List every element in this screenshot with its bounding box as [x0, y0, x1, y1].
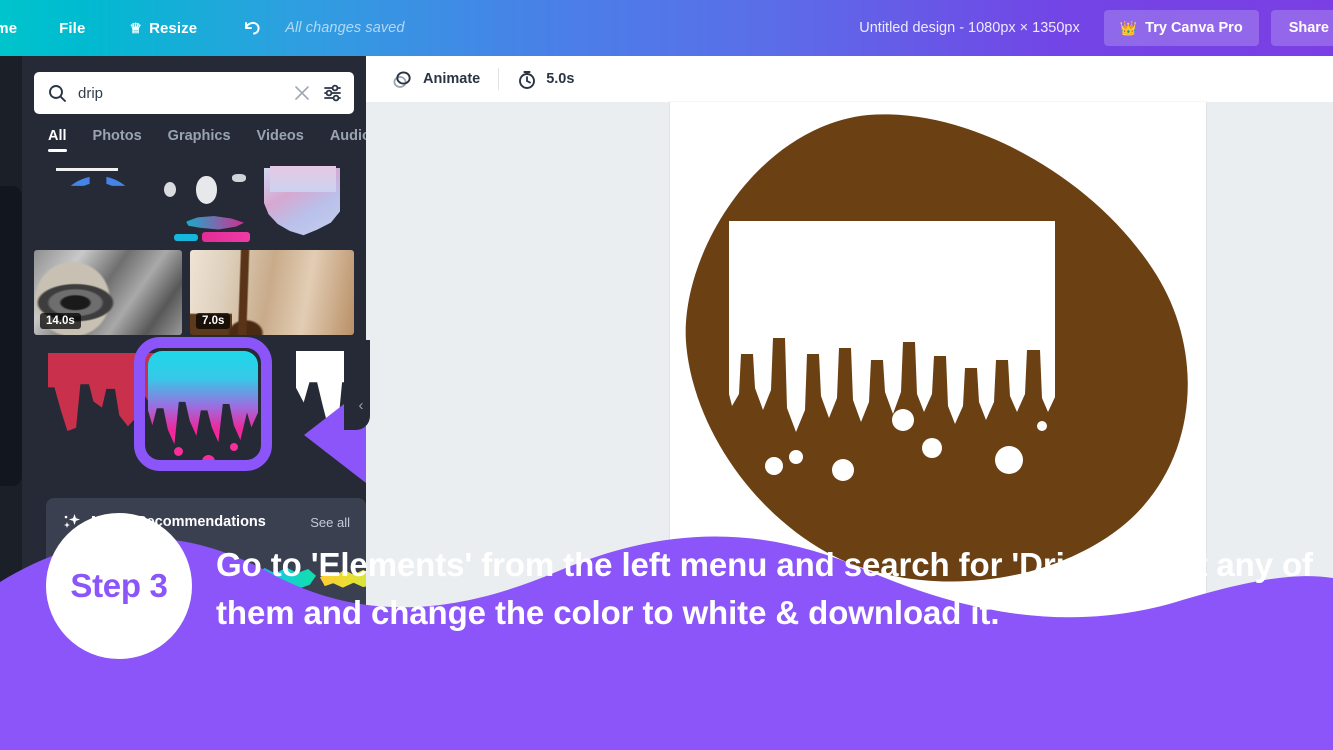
search-icon [48, 84, 67, 103]
try-canva-pro-button[interactable]: 👑 Try Canva Pro [1104, 10, 1259, 46]
caption-text: Go to 'Elements' from the left menu and … [216, 541, 1316, 637]
top-bar-right-group: Untitled design - 1080px × 1350px 👑 Try … [859, 0, 1333, 56]
graphic-dash-cyan[interactable] [174, 234, 198, 241]
tab-videos[interactable]: Videos [257, 128, 304, 152]
duration-label: 5.0s [546, 71, 574, 87]
share-button[interactable]: Share [1271, 10, 1333, 46]
editor-toolbar: Animate 5.0s [366, 56, 1333, 102]
menu-file[interactable]: File [59, 0, 85, 56]
result-row-drips [34, 343, 354, 449]
animate-button[interactable]: Animate [380, 62, 492, 96]
chevron-left-icon: ‹ [359, 397, 364, 414]
share-label: Share [1289, 20, 1329, 36]
graphic-dash-pink[interactable] [202, 232, 250, 242]
filter-sliders-icon[interactable] [323, 84, 342, 102]
try-canva-pro-label: Try Canva Pro [1145, 20, 1243, 36]
tab-all-label: All [48, 128, 67, 144]
graphic-splash-stroke[interactable] [186, 216, 244, 230]
design-title[interactable]: Untitled design - 1080px × 1350px [859, 20, 1079, 36]
stopwatch-icon [517, 69, 537, 90]
toolbar-divider [498, 68, 499, 90]
undo-button[interactable] [241, 0, 263, 56]
top-bar-left-group: ome File ♕ Resize All changes saved [0, 0, 405, 56]
tab-photos-label: Photos [93, 128, 142, 144]
result-type-tabs: All Photos Graphics Videos Audio [48, 128, 366, 152]
tab-audio[interactable]: Audio [330, 128, 366, 152]
graphic-blob-small[interactable] [164, 182, 176, 197]
tab-all[interactable]: All [48, 128, 67, 152]
panel-collapse-button[interactable]: ‹ [352, 392, 370, 418]
animate-label: Animate [423, 71, 480, 87]
search-section [34, 72, 354, 114]
graphic-blob-medium[interactable] [196, 176, 217, 204]
tab-graphics-label: Graphics [168, 128, 231, 144]
close-icon[interactable] [294, 85, 310, 101]
graphic-ring[interactable] [56, 176, 140, 258]
graphic-blob-tiny[interactable] [232, 174, 246, 182]
graphic-gradient-splash-top [270, 166, 336, 192]
graphic-line [56, 168, 118, 171]
video-duration-badge: 14.0s [40, 313, 81, 329]
video-duration-badge: 7.0s [196, 313, 230, 329]
tab-photos[interactable]: Photos [93, 128, 142, 152]
animate-circles-icon [392, 69, 414, 89]
search-input[interactable] [78, 85, 283, 102]
video-thumbnail[interactable]: 14.0s [34, 250, 182, 335]
menu-resize[interactable]: ♕ Resize [129, 0, 197, 56]
save-status-label: All changes saved [285, 20, 404, 36]
step-badge: Step 3 [46, 513, 192, 659]
result-row-graphics-partial [34, 168, 354, 246]
menu-file-label: File [59, 20, 85, 37]
crown-icon: 👑 [1120, 21, 1137, 35]
tab-audio-label: Audio [330, 128, 366, 144]
tab-graphics[interactable]: Graphics [168, 128, 231, 152]
menu-home-label: ome [0, 20, 17, 37]
duration-button[interactable]: 5.0s [505, 62, 586, 96]
top-bar: ome File ♕ Resize All changes saved Unti… [0, 0, 1333, 56]
tab-videos-label: Videos [257, 128, 304, 144]
search-results: 14.0s 7.0s [34, 168, 354, 449]
result-row-videos: 14.0s 7.0s [34, 250, 354, 335]
instruction-caption: Step 3 Go to 'Elements' from the left me… [0, 585, 1333, 750]
video-thumbnail[interactable]: 7.0s [190, 250, 354, 335]
save-status: All changes saved [285, 0, 404, 56]
search-box[interactable] [34, 72, 354, 114]
undo-arrow-icon [241, 18, 263, 38]
menu-resize-label: Resize [149, 20, 197, 37]
crown-icon: ♕ [129, 21, 142, 35]
step-badge-label: Step 3 [70, 567, 167, 605]
menu-home[interactable]: ome [0, 0, 17, 56]
left-rail-active-indicator [0, 186, 22, 486]
selected-element-highlight [134, 337, 272, 471]
